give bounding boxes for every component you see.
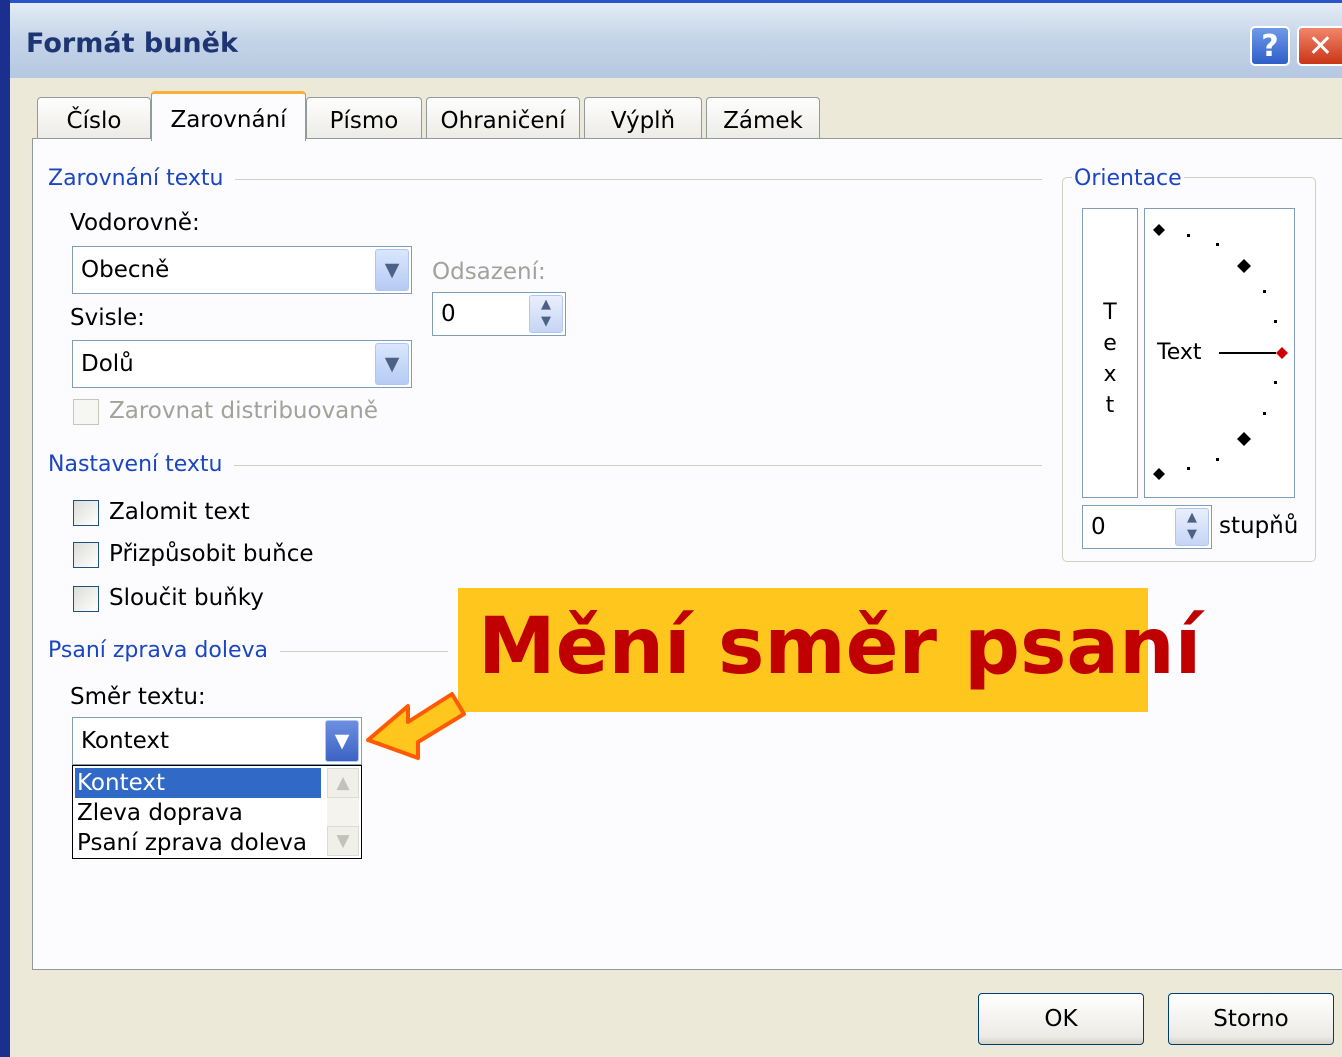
tab-protection[interactable]: Zámek xyxy=(706,97,820,139)
group-label-text-control: Nastavení textu xyxy=(48,452,235,477)
chevron-down-icon[interactable]: ▼ xyxy=(375,343,409,385)
tab-fill[interactable]: Výplň xyxy=(584,97,702,139)
distributed-checkbox[interactable] xyxy=(73,399,99,425)
close-button[interactable]: ✕ xyxy=(1297,26,1342,66)
chevron-down-icon[interactable]: ▼ xyxy=(375,249,409,291)
text-direction-value: Kontext xyxy=(81,728,169,754)
text-direction-label: Směr textu: xyxy=(70,684,206,710)
indent-label: Odsazení: xyxy=(432,259,546,285)
merge-cells-label: Sloučit buňky xyxy=(109,585,264,611)
tab-font[interactable]: Písmo xyxy=(306,97,422,139)
list-item[interactable]: Zleva doprava xyxy=(75,798,321,828)
text-direction-dropdown-list[interactable]: Kontext Zleva doprava Psaní zprava dolev… xyxy=(72,765,362,859)
list-item[interactable]: Psaní zprava doleva xyxy=(75,828,321,858)
vertical-text-letter: T xyxy=(1103,300,1117,325)
tab-alignment[interactable]: Zarovnání xyxy=(151,91,306,141)
group-label-rtl: Psaní zprava doleva xyxy=(48,638,280,663)
spinner-icon[interactable]: ▲ ▼ xyxy=(529,295,563,333)
vertical-text-button[interactable]: T e x t xyxy=(1082,208,1138,498)
vertical-select[interactable]: Dolů ▼ xyxy=(72,340,412,388)
vertical-text-letter: t xyxy=(1105,393,1115,418)
spinner-icon[interactable]: ▲ ▼ xyxy=(1175,508,1209,546)
distributed-label: Zarovnat distribuovaně xyxy=(109,398,379,424)
wrap-text-checkbox[interactable] xyxy=(73,500,99,526)
text-direction-select[interactable]: Kontext ▼ xyxy=(72,717,362,765)
list-item[interactable]: Kontext xyxy=(75,768,321,798)
ok-button[interactable]: OK xyxy=(978,993,1144,1045)
help-button[interactable]: ? xyxy=(1250,26,1290,66)
list-scrollbar[interactable]: ▲ ▼ xyxy=(327,768,359,856)
degrees-value: 0 xyxy=(1091,514,1106,540)
vertical-text-letters: T e x t xyxy=(1083,297,1137,421)
annotation-callout-text: Mění směr psaní xyxy=(478,602,1202,692)
vertical-text-letter: e xyxy=(1103,331,1117,356)
tab-number[interactable]: Číslo xyxy=(37,97,151,139)
dialog-title: Formát buněk xyxy=(26,28,238,59)
tab-border[interactable]: Ohraničení xyxy=(426,97,580,139)
group-label-text-alignment: Zarovnání textu xyxy=(48,166,236,191)
horizontal-select-value: Obecně xyxy=(81,257,170,283)
chevron-down-icon[interactable]: ▼ xyxy=(325,720,359,762)
orientation-dial[interactable]: Text xyxy=(1144,208,1295,498)
merge-cells-checkbox[interactable] xyxy=(73,586,99,612)
scroll-down-icon[interactable]: ▼ xyxy=(327,826,359,856)
help-icon: ? xyxy=(1261,28,1279,64)
horizontal-select[interactable]: Obecně ▼ xyxy=(72,246,412,294)
shrink-to-fit-label: Přizpůsobit buňce xyxy=(109,541,314,567)
scroll-up-icon[interactable]: ▲ xyxy=(327,768,359,798)
shrink-to-fit-checkbox[interactable] xyxy=(73,542,99,568)
group-label-orientation: Orientace xyxy=(1072,166,1184,191)
cancel-button[interactable]: Storno xyxy=(1168,993,1334,1045)
dial-text: Text xyxy=(1157,340,1202,365)
close-icon: ✕ xyxy=(1307,28,1334,64)
arrow-icon xyxy=(366,692,466,760)
degrees-stepper[interactable]: 0 ▲ ▼ xyxy=(1082,505,1212,549)
indent-value: 0 xyxy=(441,301,456,327)
vertical-select-value: Dolů xyxy=(81,351,134,377)
indent-stepper[interactable]: 0 ▲ ▼ xyxy=(432,292,566,336)
degrees-label: stupňů xyxy=(1219,513,1299,539)
wrap-text-label: Zalomit text xyxy=(109,499,250,525)
vertical-label: Svisle: xyxy=(70,305,145,331)
vertical-text-letter: x xyxy=(1103,362,1117,387)
horizontal-label: Vodorovně: xyxy=(70,210,200,236)
